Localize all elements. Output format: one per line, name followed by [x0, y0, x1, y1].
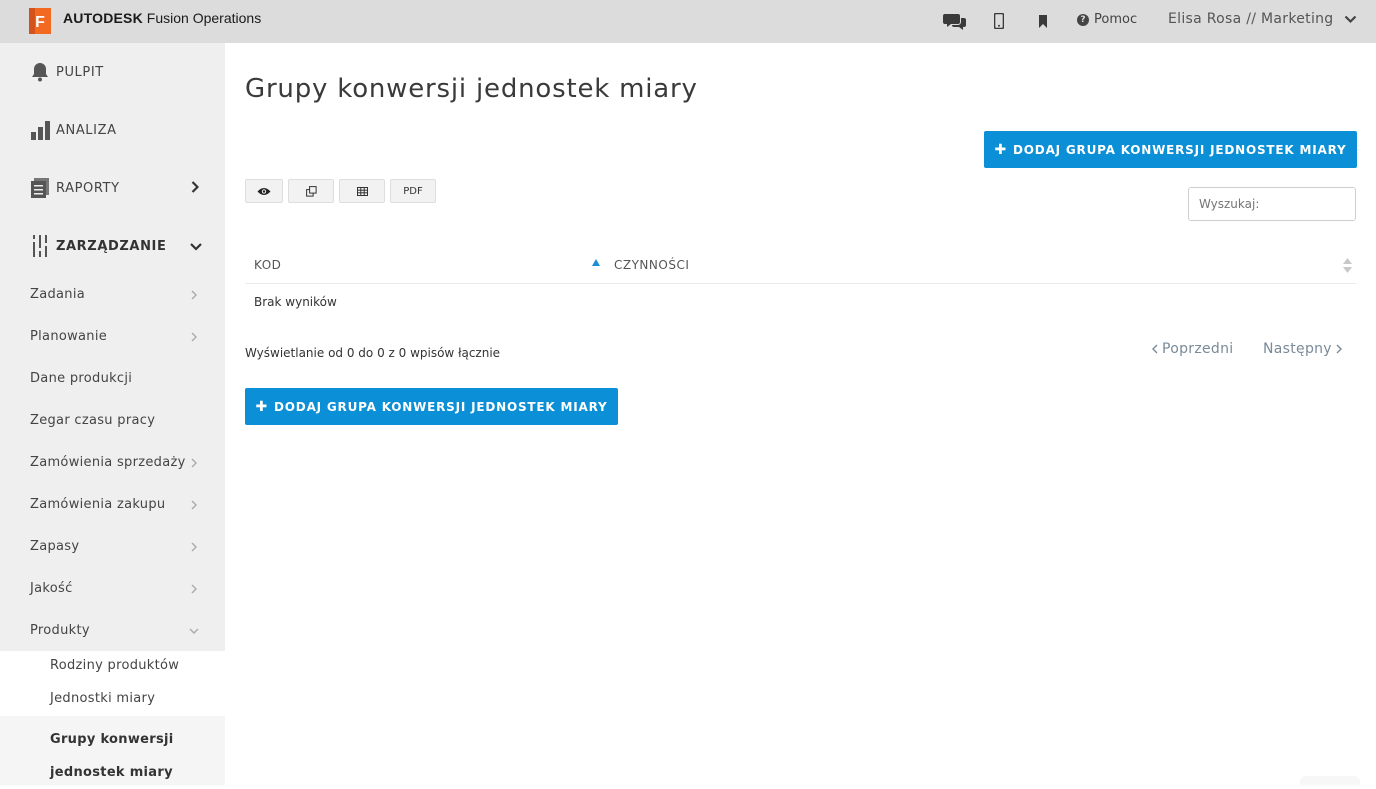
chevron-down-icon [1344, 15, 1356, 23]
add-button-label: DODAJ GRUPA KONWERSJI JEDNOSTEK MIARY [1013, 142, 1347, 157]
sidebar-item-label: Zegar czasu pracy [30, 412, 156, 428]
sidebar: PULPIT ANALIZA RAPORTY ZARZĄDZANIE Zadan… [0, 43, 225, 785]
sidebar-item-planowanie[interactable]: Planowanie [0, 315, 225, 357]
sidebar-item-jednostki-miary[interactable]: Jednostki miary [0, 691, 225, 711]
bell-icon [30, 62, 50, 82]
copy-button[interactable] [288, 179, 334, 203]
chevron-down-icon [189, 628, 199, 634]
sidebar-item-dane-produkcji[interactable]: Dane produkcji [0, 357, 225, 399]
next-label: Następny [1263, 341, 1332, 357]
column-header-kod[interactable]: KOD [254, 258, 281, 272]
brand-name-rest: Fusion Operations [142, 10, 262, 26]
sidebar-item-raporty[interactable]: RAPORTY [0, 159, 225, 217]
sidebar-item-label: Zamówienia sprzedaży [30, 454, 186, 470]
user-label: Elisa Rosa // Marketing [1168, 11, 1334, 27]
add-conversion-group-button-top[interactable]: ✚ DODAJ GRUPA KONWERSJI JEDNOSTEK MIARY [984, 131, 1357, 168]
table-header-divider [245, 283, 1356, 284]
pagination-next[interactable]: Następny [1263, 341, 1342, 357]
sidebar-item-label-line1: Grupy konwersji [50, 732, 174, 747]
empty-table-message: Brak wyników [254, 295, 337, 309]
chat-icon[interactable] [943, 10, 967, 32]
sidebar-item-produkty[interactable]: Produkty [0, 609, 225, 651]
sidebar-item-rodziny-produktow[interactable]: Rodziny produktów [0, 658, 225, 678]
eye-icon [257, 187, 271, 195]
chevron-right-icon [191, 584, 197, 594]
column-header-label: CZYNNOŚCI [614, 258, 690, 272]
fusion-logo-icon[interactable]: F [25, 6, 55, 36]
add-conversion-group-button-bottom[interactable]: ✚ DODAJ GRUPA KONWERSJI JEDNOSTEK MIARY [245, 388, 618, 425]
copy-icon [305, 185, 317, 197]
chevron-right-icon [191, 542, 197, 552]
pdf-export-button[interactable]: PDF [390, 179, 436, 203]
mobile-icon[interactable] [992, 10, 1006, 32]
chevron-left-icon [1152, 344, 1158, 354]
table-info: Wyświetlanie od 0 do 0 z 0 wpisów łączni… [245, 346, 501, 360]
sidebar-item-label: PULPIT [56, 64, 104, 80]
report-icon [30, 178, 50, 198]
brand-name: AUTODESK Fusion Operations [63, 10, 261, 26]
plus-icon: ✚ [255, 398, 269, 415]
sort-both-icon[interactable] [1343, 258, 1352, 273]
sidebar-item-zegar-czasu-pracy[interactable]: Zegar czasu pracy [0, 399, 225, 441]
chevron-right-icon [191, 181, 199, 193]
sidebar-item-label: Rodziny produktów [50, 658, 180, 673]
sidebar-item-label: RAPORTY [56, 180, 120, 196]
chevron-right-icon [191, 458, 197, 468]
sidebar-item-label: ZARZĄDZANIE [56, 238, 167, 254]
sidebar-item-label: Planowanie [30, 328, 108, 344]
sliders-icon [30, 235, 50, 257]
sort-ascending-icon[interactable] [592, 259, 600, 266]
page-title: Grupy konwersji jednostek miary [245, 74, 698, 104]
question-circle-icon: ? [1077, 13, 1089, 26]
sidebar-item-pulpit[interactable]: PULPIT [0, 43, 225, 101]
sidebar-item-label-line2: jednostek miary [50, 765, 173, 780]
search-input[interactable] [1188, 187, 1356, 221]
sidebar-item-label: Dane produkcji [30, 370, 133, 386]
table-icon [356, 186, 368, 196]
pdf-label: PDF [403, 185, 423, 197]
svg-text:F: F [35, 14, 45, 31]
sidebar-item-jakosc[interactable]: Jakość [0, 567, 225, 609]
chevron-right-icon [191, 500, 197, 510]
sidebar-item-grupy-konwersji[interactable]: Grupy konwersji jednostek miary [0, 716, 225, 785]
sidebar-item-label: Zamówienia zakupu [30, 496, 166, 512]
sidebar-item-label: Zapasy [30, 538, 80, 554]
brand-name-bold: AUTODESK [63, 10, 143, 26]
column-header-czynnosci[interactable]: CZYNNOŚCI [614, 258, 689, 272]
top-bar: F AUTODESK Fusion Operations ? Pomoc Eli… [0, 0, 1376, 43]
user-menu[interactable]: Elisa Rosa // Marketing [1168, 11, 1357, 27]
corner-widget [1300, 776, 1360, 785]
help-label: Pomoc [1094, 12, 1138, 27]
sidebar-item-zamowienia-zakupu[interactable]: Zamówienia zakupu [0, 483, 225, 525]
chevron-right-icon [1336, 344, 1342, 354]
pagination-previous[interactable]: Poprzedni [1152, 341, 1233, 357]
bookmark-icon[interactable] [1036, 10, 1050, 32]
sidebar-item-zapasy[interactable]: Zapasy [0, 525, 225, 567]
plus-icon: ✚ [994, 141, 1008, 158]
column-visibility-button[interactable] [245, 179, 283, 203]
column-header-label: KOD [254, 258, 282, 272]
previous-label: Poprzedni [1162, 341, 1234, 357]
chevron-right-icon [191, 332, 197, 342]
add-button-label: DODAJ GRUPA KONWERSJI JEDNOSTEK MIARY [274, 399, 608, 414]
sidebar-item-label: Jakość [30, 580, 73, 596]
sidebar-item-label: Produkty [30, 622, 90, 638]
sidebar-item-label: ANALIZA [56, 122, 117, 138]
sidebar-item-label: Jednostki miary [50, 691, 156, 706]
chevron-right-icon [191, 290, 197, 300]
sidebar-item-zamowienia-sprzedazy[interactable]: Zamówienia sprzedaży [0, 441, 225, 483]
sidebar-item-analiza[interactable]: ANALIZA [0, 101, 225, 159]
sidebar-item-zadania[interactable]: Zadania [0, 273, 225, 315]
help-link[interactable]: ? Pomoc [1077, 12, 1137, 27]
chevron-down-icon [190, 243, 202, 251]
excel-export-button[interactable] [339, 179, 385, 203]
sidebar-item-label: Zadania [30, 286, 86, 302]
sidebar-item-zarzadzanie[interactable]: ZARZĄDZANIE [0, 217, 225, 275]
bar-chart-icon [30, 120, 50, 140]
